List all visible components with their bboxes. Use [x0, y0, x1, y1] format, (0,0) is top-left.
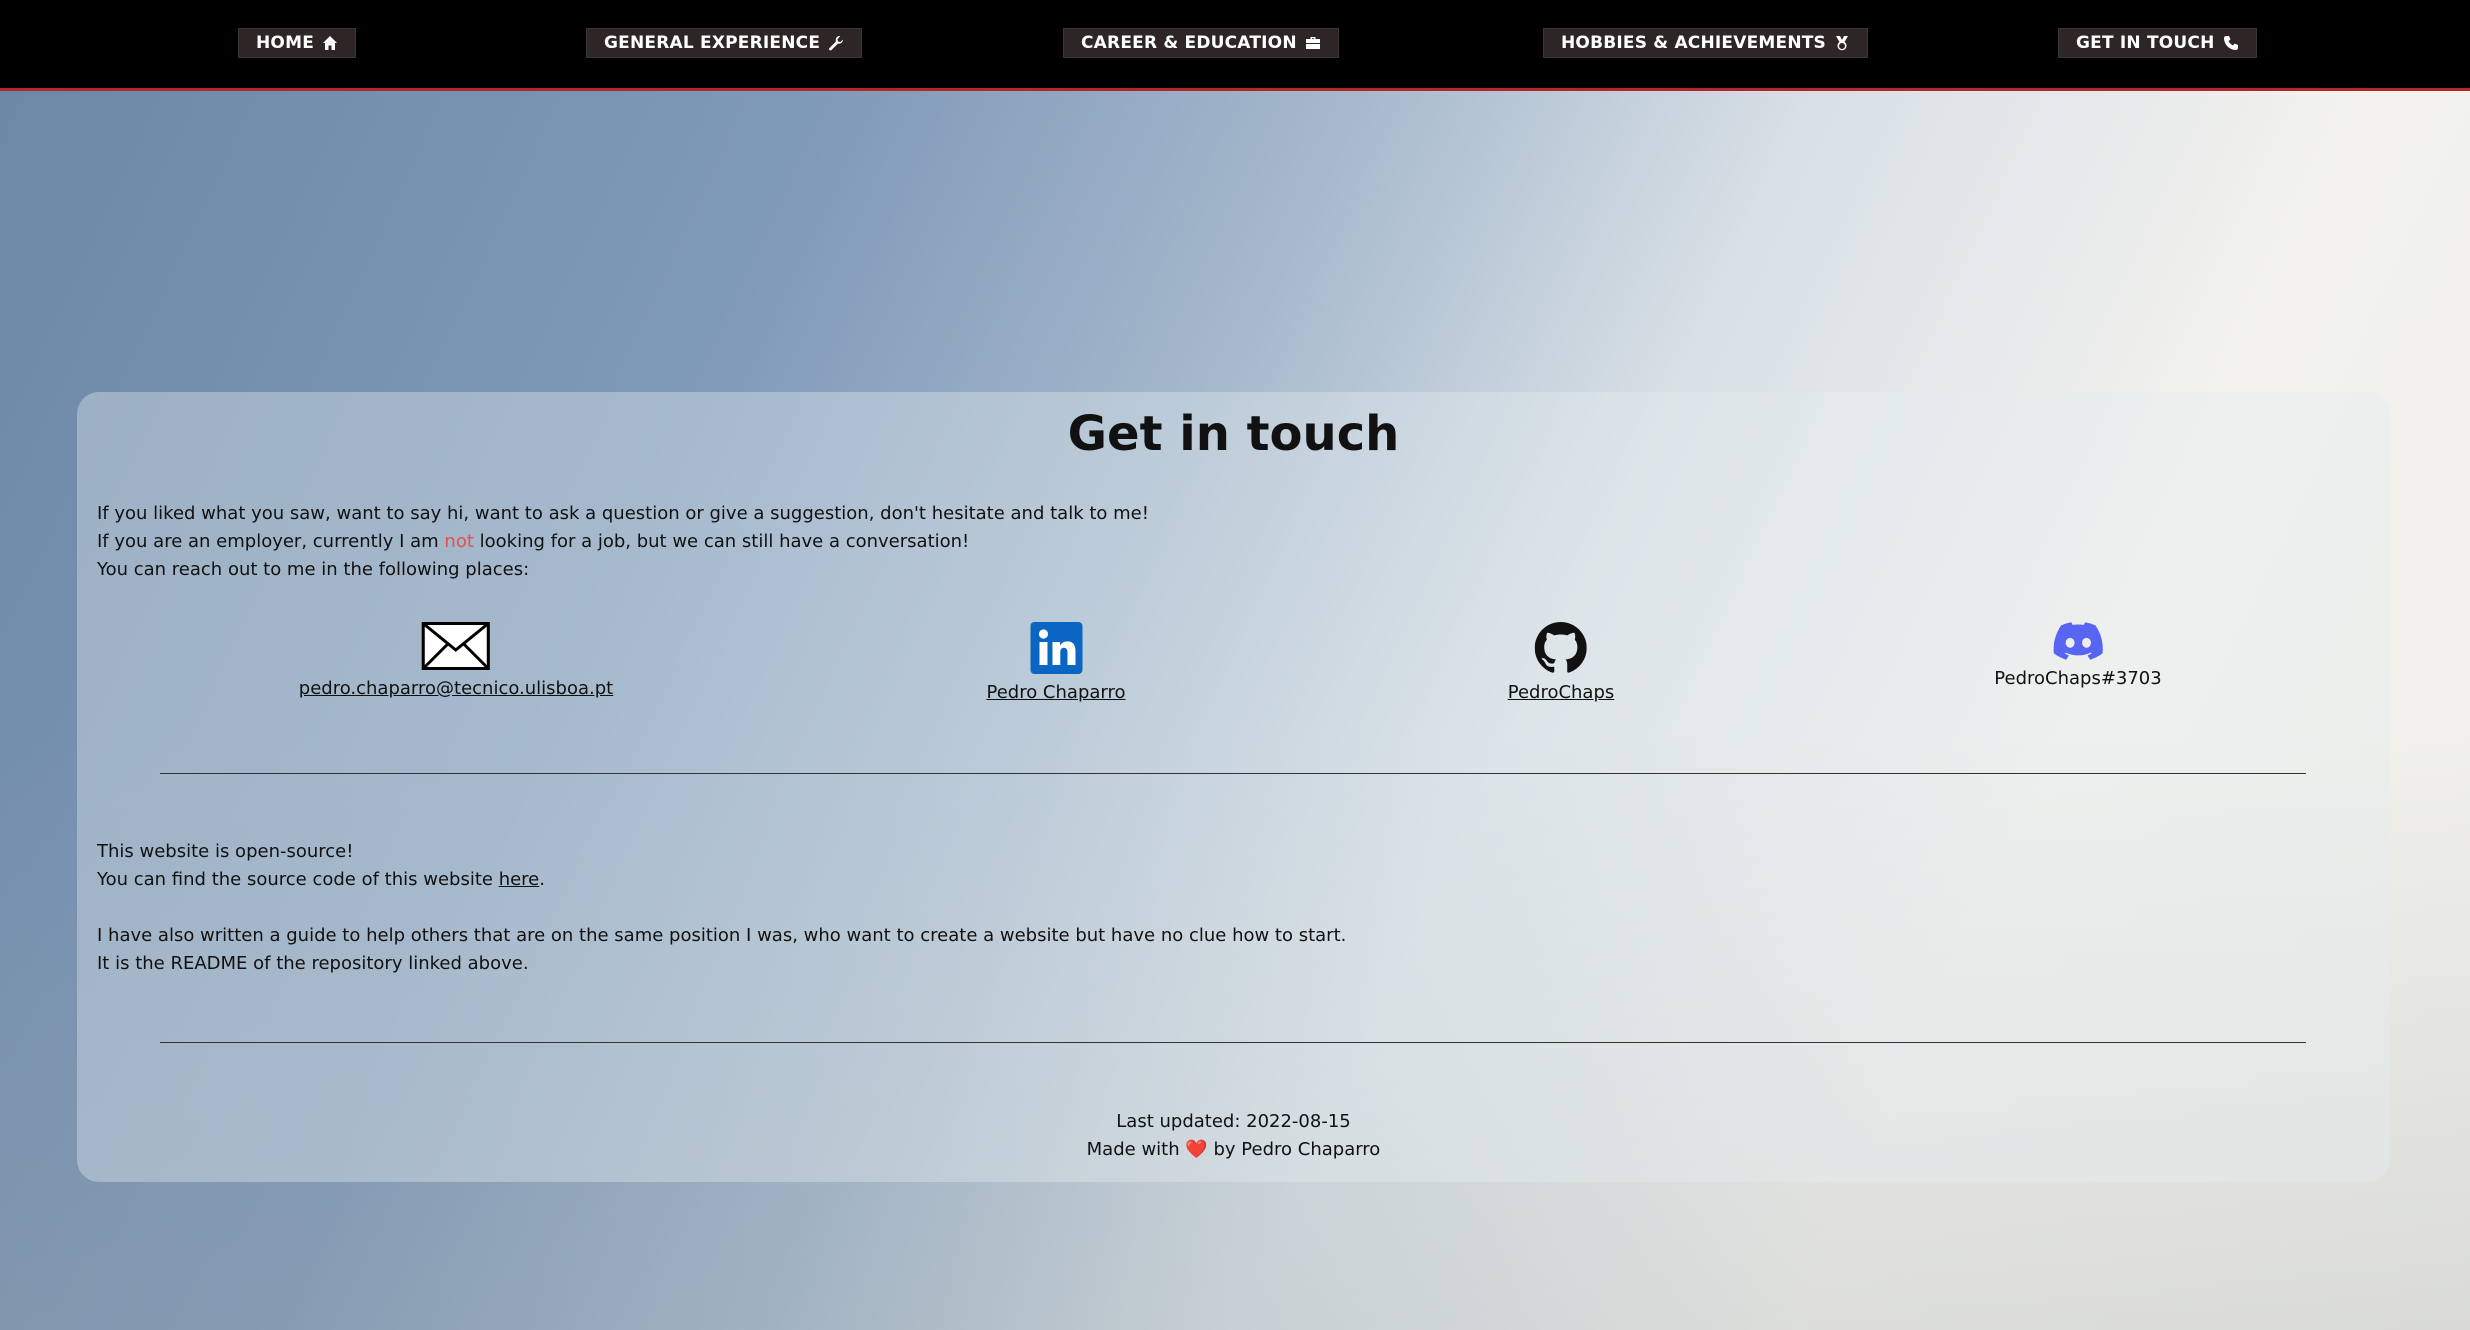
made-with-end: by Pedro Chaparro	[1207, 1139, 1381, 1160]
contact-linkedin: Pedro Chaparro	[986, 622, 1126, 703]
open-source-line-1: This website is open-source!	[97, 841, 354, 862]
open-source-line-2-start: You can find the source code of this web…	[97, 869, 499, 890]
nav-home-label: HOME	[256, 33, 315, 53]
nav-general-experience-button[interactable]: GENERAL EXPERIENCE	[586, 28, 863, 58]
intro-line-2-end: looking for a job, but we can still have…	[473, 531, 970, 552]
nav-general-experience-label: GENERAL EXPERIENCE	[604, 33, 821, 53]
nav-get-in-touch-label: GET IN TOUCH	[2076, 33, 2215, 53]
open-source-section: This website is open-source! You can fin…	[97, 838, 1346, 978]
medal-icon	[1836, 36, 1849, 51]
contact-discord: PedroChaps#3703	[1994, 622, 2162, 689]
open-source-line-2: You can find the source code of this web…	[97, 866, 1346, 894]
divider-2	[160, 1042, 2306, 1043]
open-source-line-3: I have also written a guide to help othe…	[97, 925, 1347, 946]
made-with-start: Made with	[1086, 1139, 1186, 1160]
made-with-line: Made with ❤️ by Pedro Chaparro	[77, 1136, 2390, 1164]
intro-line-1: If you liked what you saw, want to say h…	[97, 503, 1149, 524]
linkedin-icon[interactable]	[1030, 622, 1082, 674]
last-updated: Last updated: 2022-08-15	[1116, 1111, 1351, 1132]
source-code-link[interactable]: here	[499, 869, 540, 890]
github-link[interactable]: PedroChaps	[1508, 682, 1615, 703]
discord-username: PedroChaps#3703	[1994, 668, 2162, 689]
contact-email: pedro.chaparro@tecnico.ulisboa.pt	[299, 622, 613, 699]
intro-text: If you liked what you saw, want to say h…	[97, 500, 1149, 584]
divider-1	[160, 773, 2306, 774]
nav-hobbies-achievements-button[interactable]: HOBBIES & ACHIEVEMENTS	[1543, 28, 1869, 58]
nav-career-education-label: CAREER & EDUCATION	[1081, 33, 1297, 53]
page-title: Get in touch	[1067, 406, 1400, 462]
intro-line-3: You can reach out to me in the following…	[97, 559, 530, 580]
intro-line-2: If you are an employer, currently I am n…	[97, 528, 1149, 556]
nav-career-education-button[interactable]: CAREER & EDUCATION	[1063, 28, 1339, 58]
linkedin-link[interactable]: Pedro Chaparro	[986, 682, 1125, 703]
nav-home-button[interactable]: HOME	[238, 28, 357, 58]
open-source-line-4: It is the README of the repository linke…	[97, 953, 529, 974]
email-link[interactable]: pedro.chaparro@tecnico.ulisboa.pt	[299, 678, 613, 699]
nav-hobbies-achievements-label: HOBBIES & ACHIEVEMENTS	[1561, 33, 1827, 53]
github-icon[interactable]	[1534, 622, 1587, 674]
nav-get-in-touch-button[interactable]: GET IN TOUCH	[2058, 28, 2257, 58]
not-highlight: not	[444, 531, 474, 552]
heart-icon: ❤️	[1185, 1139, 1208, 1160]
briefcase-icon	[1305, 37, 1320, 49]
wrench-icon	[829, 36, 844, 51]
intro-line-2-start: If you are an employer, currently I am	[97, 531, 445, 552]
open-source-line-2-end: .	[539, 869, 545, 890]
contact-github: PedroChaps	[1508, 622, 1615, 703]
get-in-touch-card: Get in touch If you liked what you saw, …	[77, 392, 2390, 1182]
contact-list: pedro.chaparro@tecnico.ulisboa.pt Pedro …	[77, 622, 2390, 742]
phone-icon	[2223, 36, 2238, 50]
footer: Last updated: 2022-08-15 Made with ❤️ by…	[77, 1108, 2390, 1164]
envelope-icon[interactable]	[422, 622, 490, 670]
top-navbar: HOME GENERAL EXPERIENCE CAREER & EDUCATI…	[0, 0, 2470, 91]
discord-icon[interactable]	[2053, 622, 2103, 660]
home-icon	[323, 36, 338, 50]
